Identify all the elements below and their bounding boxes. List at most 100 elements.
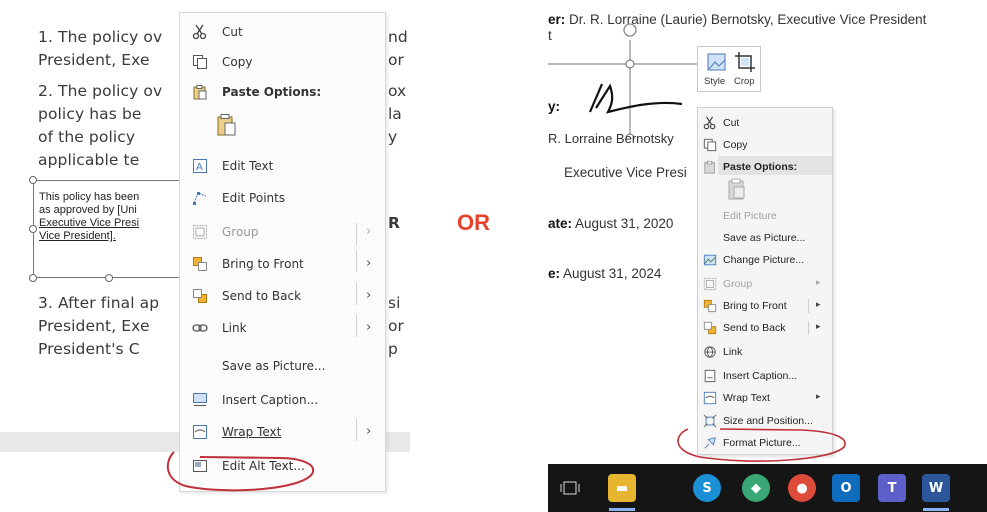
menu-item-edit-picture[interactable]: Edit Picture — [698, 205, 834, 227]
menu-item-label: Edit Points — [222, 191, 286, 205]
scissors-icon — [192, 24, 207, 40]
doc-text-fragment: nd — [388, 28, 408, 46]
maps-icon[interactable]: ◆ — [742, 474, 770, 502]
menu-header-label: Paste Options: — [723, 161, 798, 173]
menu-item-cut[interactable]: Cut — [180, 17, 387, 47]
chrome-icon[interactable]: ● — [788, 474, 816, 502]
menu-divider — [356, 315, 357, 337]
signer-title: Executive Vice Presi — [564, 165, 687, 180]
word-icon[interactable]: W — [922, 474, 950, 502]
menu-item-edit-points[interactable]: Edit Points — [180, 183, 387, 213]
wrap-text-icon — [193, 425, 207, 439]
selected-text-box[interactable]: This policy has been as approved by [Uni… — [33, 180, 183, 278]
menu-item-label: Save as Picture... — [723, 232, 806, 244]
bring-to-front-icon — [703, 299, 717, 313]
link-icon — [704, 346, 716, 358]
menu-item-label: Wrap Text — [222, 425, 282, 439]
crop-icon[interactable] — [734, 51, 756, 73]
submenu-arrow-icon: ▸ — [816, 391, 821, 401]
doc-field-label: e: — [548, 266, 561, 281]
menu-item-send-to-back[interactable]: Send to Back ▸ — [698, 317, 834, 339]
doc-text-line: of the policy — [38, 128, 136, 146]
change-picture-icon — [703, 254, 717, 266]
doc-text-fragment: la — [388, 105, 402, 123]
menu-item-insert-caption[interactable]: Insert Caption... — [698, 365, 834, 387]
wrap-text-icon — [703, 391, 717, 405]
doc-field-label: ate: — [548, 216, 573, 231]
menu-item-insert-caption[interactable]: Insert Caption... — [180, 385, 387, 415]
active-app-indicator — [609, 508, 635, 511]
doc-text-line: President's C — [38, 340, 140, 358]
menu-item-label: Insert Caption... — [222, 393, 319, 407]
menu-divider — [808, 321, 809, 335]
menu-item-label: Group — [222, 225, 259, 239]
menu-item-bring-to-front[interactable]: Bring to Front ▸ — [698, 295, 834, 317]
menu-item-label: Copy — [723, 139, 748, 151]
clipboard-icon — [193, 85, 207, 100]
teams-icon[interactable]: T — [878, 474, 906, 502]
clipboard-icon — [704, 160, 715, 174]
menu-item-label: Cut — [222, 25, 243, 39]
picture-style-icon[interactable] — [706, 51, 728, 73]
file-explorer-icon[interactable]: ▬ — [608, 474, 636, 502]
text-box-line: Executive Vice Presi — [39, 217, 140, 229]
menu-item-cut[interactable]: Cut — [698, 112, 834, 134]
menu-item-label: Edit Picture — [723, 210, 777, 222]
resize-handle[interactable] — [29, 274, 37, 282]
menu-item-link[interactable]: Link — [698, 341, 834, 363]
submenu-arrow-icon: › — [366, 224, 372, 239]
menu-divider — [356, 250, 357, 272]
link-icon — [192, 324, 208, 332]
menu-item-copy[interactable]: Copy — [180, 47, 387, 77]
scissors-icon — [703, 116, 716, 130]
menu-divider — [808, 299, 809, 313]
menu-divider — [356, 223, 357, 245]
skype-icon[interactable]: S — [693, 474, 721, 502]
outlook-icon[interactable]: O — [832, 474, 860, 502]
menu-item-edit-text[interactable]: A Edit Text — [180, 151, 387, 181]
resize-handle[interactable] — [29, 225, 37, 233]
menu-header-paste-options: Paste Options: — [698, 156, 834, 178]
crop-button-label[interactable]: Crop — [734, 76, 755, 87]
resize-handle[interactable] — [105, 274, 113, 282]
submenu-arrow-icon: › — [366, 424, 372, 439]
submenu-arrow-icon: ▸ — [816, 299, 821, 309]
menu-item-group[interactable]: Group ▸ — [698, 273, 834, 295]
insert-caption-icon — [704, 369, 716, 383]
menu-header-label: Paste Options: — [222, 85, 322, 99]
resize-handle[interactable] — [29, 176, 37, 184]
menu-item-label: Edit Text — [222, 159, 274, 173]
menu-item-copy[interactable]: Copy — [698, 134, 834, 156]
submenu-arrow-icon: › — [366, 288, 372, 303]
doc-field-label: y: — [548, 99, 561, 114]
doc-text-fragment: ox — [388, 82, 407, 100]
paste-picture-icon[interactable] — [728, 178, 746, 200]
menu-item-label: Copy — [222, 55, 253, 69]
menu-item-label: Insert Caption... — [723, 370, 798, 382]
menu-item-label: Bring to Front — [723, 300, 787, 312]
date-line: e: August 31, 2024 — [548, 266, 661, 281]
doc-text-fragment: p — [388, 340, 398, 358]
menu-item-label: Group — [723, 278, 753, 290]
svg-text:A: A — [196, 162, 203, 173]
paste-keep-format-icon[interactable] — [217, 113, 237, 137]
signer-name: R. Lorraine Bernotsky — [548, 131, 674, 146]
mini-toolbar: Style Crop — [697, 46, 761, 92]
menu-item-label: Cut — [723, 117, 740, 129]
right-screenshot-panel: er: Dr. R. Lorraine (Laurie) Bernotsky, … — [548, 0, 987, 512]
group-icon — [193, 225, 207, 239]
task-view-icon[interactable] — [560, 478, 580, 498]
copy-icon — [193, 55, 207, 69]
text-box-line: as approved by [Uni — [39, 204, 137, 216]
style-button-label[interactable]: Style — [704, 76, 725, 87]
menu-item-label: Link — [723, 346, 743, 358]
doc-text-line: 1. The policy ov — [38, 28, 163, 46]
signature-image[interactable] — [584, 78, 684, 118]
menu-item-change-picture[interactable]: Change Picture... — [698, 249, 834, 271]
doc-field-value: August 31, 2024 — [560, 266, 662, 281]
copy-icon — [703, 138, 717, 152]
menu-item-save-as-picture[interactable]: Save as Picture... — [698, 227, 834, 249]
doc-text-line: policy has be — [38, 105, 142, 123]
menu-item-save-as-picture[interactable]: Save as Picture... — [180, 351, 387, 381]
menu-item-wrap-text[interactable]: Wrap Text ▸ — [698, 387, 834, 409]
